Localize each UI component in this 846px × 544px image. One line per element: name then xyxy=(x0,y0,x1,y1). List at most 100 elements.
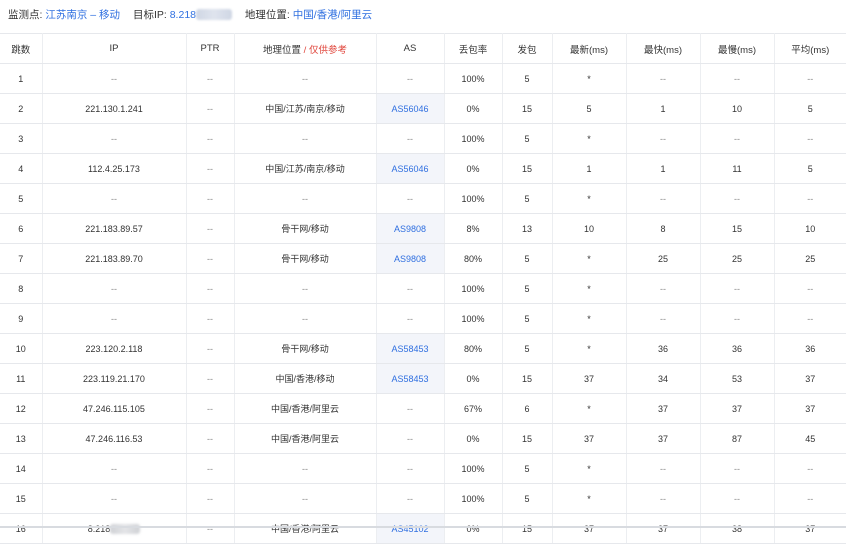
cell-ptr: -- xyxy=(186,393,235,424)
cell-as: AS9808 xyxy=(376,213,445,244)
cell-hop: 2 xyxy=(0,93,43,124)
cell-hop: 7 xyxy=(0,243,43,274)
cell-ptr: -- xyxy=(186,423,235,454)
cell-last: * xyxy=(552,333,627,364)
col-loss: 丢包率 xyxy=(444,33,503,64)
as-link[interactable]: AS9808 xyxy=(394,224,426,234)
cell-best: -- xyxy=(626,123,701,154)
cell-best: -- xyxy=(626,63,701,94)
target-label: 目标IP: xyxy=(132,9,167,21)
cell-ip: -- xyxy=(42,123,187,154)
trace-header: 监测点: 江苏南京 – 移动 目标IP: 8.218 地理位置: 中国/香港/阿… xyxy=(8,6,382,24)
as-link[interactable]: AS56046 xyxy=(391,104,428,114)
cell-last: * xyxy=(552,303,627,334)
cell-loss: 0% xyxy=(444,423,503,454)
table-row: 11 223.119.21.170 -- 中国/香港/移动 AS58453 0% 15 37 3… xyxy=(0,363,846,394)
cell-geo: -- xyxy=(234,63,377,94)
cell-loss: 80% xyxy=(444,333,503,364)
cell-best: 1 xyxy=(626,93,701,124)
location-label: 地理位置: xyxy=(244,9,290,21)
cell-ip: -- xyxy=(42,273,187,304)
table-row: 13 47.246.116.53 -- 中国/香港/阿里云 -- 0% 15 37 37 87 45 xyxy=(0,423,846,454)
cell-sent: 5 xyxy=(502,273,553,304)
cell-last: * xyxy=(552,393,627,424)
cell-worst: -- xyxy=(700,483,775,514)
cell-worst: -- xyxy=(700,123,775,154)
col-best: 最快(ms) xyxy=(626,33,701,64)
cell-as: AS9808 xyxy=(376,243,445,274)
cell-sent: 15 xyxy=(502,153,553,184)
as-link[interactable]: AS58453 xyxy=(391,374,428,384)
cell-ptr: -- xyxy=(186,453,235,484)
cell-geo: 骨干网/移动 xyxy=(234,243,377,274)
cell-best: -- xyxy=(626,183,701,214)
cell-best: 1 xyxy=(626,153,701,184)
as-link[interactable]: AS9808 xyxy=(394,254,426,264)
cell-sent: 15 xyxy=(502,363,553,394)
cell-ip: 47.246.116.53 xyxy=(42,423,187,454)
cell-loss: 100% xyxy=(444,273,503,304)
col-geo: 地理位置 / 仅供参考 xyxy=(234,33,377,64)
col-sent: 发包 xyxy=(502,33,553,64)
monitor-point: 监测点: 江苏南京 – 移动 xyxy=(8,9,123,21)
cell-last: * xyxy=(552,123,627,154)
cell-loss: 100% xyxy=(444,303,503,334)
col-avg: 平均(ms) xyxy=(774,33,846,64)
table-body: 1 -- -- -- -- 100% 5 * -- -- -- 2 221.130.1.241 -- 中国/… xyxy=(0,63,846,544)
cell-last: * xyxy=(552,243,627,274)
cell-geo: 中国/香港/阿里云 xyxy=(234,393,377,424)
cell-sent: 5 xyxy=(502,453,553,484)
cell-last: 10 xyxy=(552,213,627,244)
cell-ip: -- xyxy=(42,453,187,484)
cell-sent: 6 xyxy=(502,393,553,424)
cell-hop: 13 xyxy=(0,423,43,454)
as-link[interactable]: AS56046 xyxy=(391,164,428,174)
col-ip: IP xyxy=(42,33,187,64)
cell-ptr: -- xyxy=(186,363,235,394)
as-link[interactable]: AS58453 xyxy=(391,344,428,354)
cell-as: -- xyxy=(376,303,445,334)
cell-best: -- xyxy=(626,303,701,334)
cell-ptr: -- xyxy=(186,243,235,274)
col-as: AS xyxy=(376,33,445,64)
cell-sent: 13 xyxy=(502,213,553,244)
target-ip: 目标IP: 8.218 xyxy=(133,9,235,21)
cell-geo: -- xyxy=(234,483,377,514)
cell-loss: 100% xyxy=(444,453,503,484)
cell-worst: 11 xyxy=(700,153,775,184)
cell-loss: 100% xyxy=(444,483,503,514)
cell-as: -- xyxy=(376,273,445,304)
cell-worst: 15 xyxy=(700,213,775,244)
cell-as: AS56046 xyxy=(376,93,445,124)
cell-geo: 中国/江苏/南京/移动 xyxy=(234,93,377,124)
cell-avg: -- xyxy=(774,453,846,484)
table-row: 8 -- -- -- -- 100% 5 * -- -- -- xyxy=(0,273,846,304)
cell-best: 37 xyxy=(626,423,701,454)
cell-hop: 3 xyxy=(0,123,43,154)
cell-last: * xyxy=(552,273,627,304)
cell-geo: 中国/香港/阿里云 xyxy=(234,423,377,454)
cell-ptr: -- xyxy=(186,93,235,124)
cell-ip: -- xyxy=(42,303,187,334)
cell-avg: 5 xyxy=(774,93,846,124)
cell-geo: 骨干网/移动 xyxy=(234,213,377,244)
cell-geo: -- xyxy=(234,273,377,304)
cell-best: 34 xyxy=(626,363,701,394)
cell-loss: 100% xyxy=(444,183,503,214)
cell-ip: 221.130.1.241 xyxy=(42,93,187,124)
table-header-row: 跳数 IP PTR 地理位置 / 仅供参考 AS 丢包率 发包 最新(ms) 最… xyxy=(0,33,846,64)
col-worst: 最慢(ms) xyxy=(700,33,775,64)
cell-ip: -- xyxy=(42,63,187,94)
cell-avg: -- xyxy=(774,483,846,514)
cell-hop: 14 xyxy=(0,453,43,484)
cell-hop: 11 xyxy=(0,363,43,394)
location-value: 中国/香港/阿里云 xyxy=(292,9,373,21)
cell-as: -- xyxy=(376,483,445,514)
cell-geo: -- xyxy=(234,123,377,154)
cell-sent: 5 xyxy=(502,183,553,214)
cell-hop: 15 xyxy=(0,483,43,514)
cell-as: -- xyxy=(376,453,445,484)
cell-as: -- xyxy=(376,423,445,454)
cell-sent: 5 xyxy=(502,333,553,364)
table-row: 6 221.183.89.57 -- 骨干网/移动 AS9808 8% 13 10 8 15 10 xyxy=(0,213,846,244)
